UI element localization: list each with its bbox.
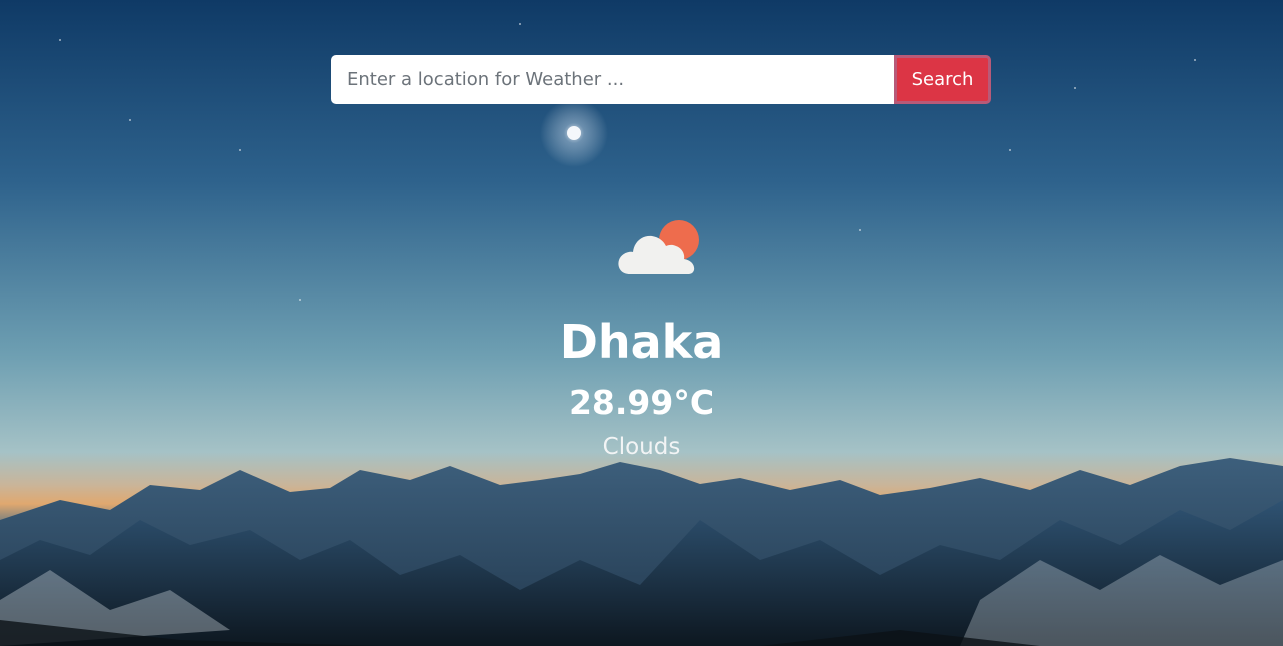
search-button[interactable]: Search xyxy=(894,55,991,104)
weather-condition: Clouds xyxy=(602,434,681,460)
search-bar: Search xyxy=(331,55,991,104)
search-input[interactable] xyxy=(331,55,894,104)
cloud-sun-icon xyxy=(618,220,699,274)
city-name: Dhaka xyxy=(559,315,724,369)
temperature: 28.99°C xyxy=(568,383,715,422)
